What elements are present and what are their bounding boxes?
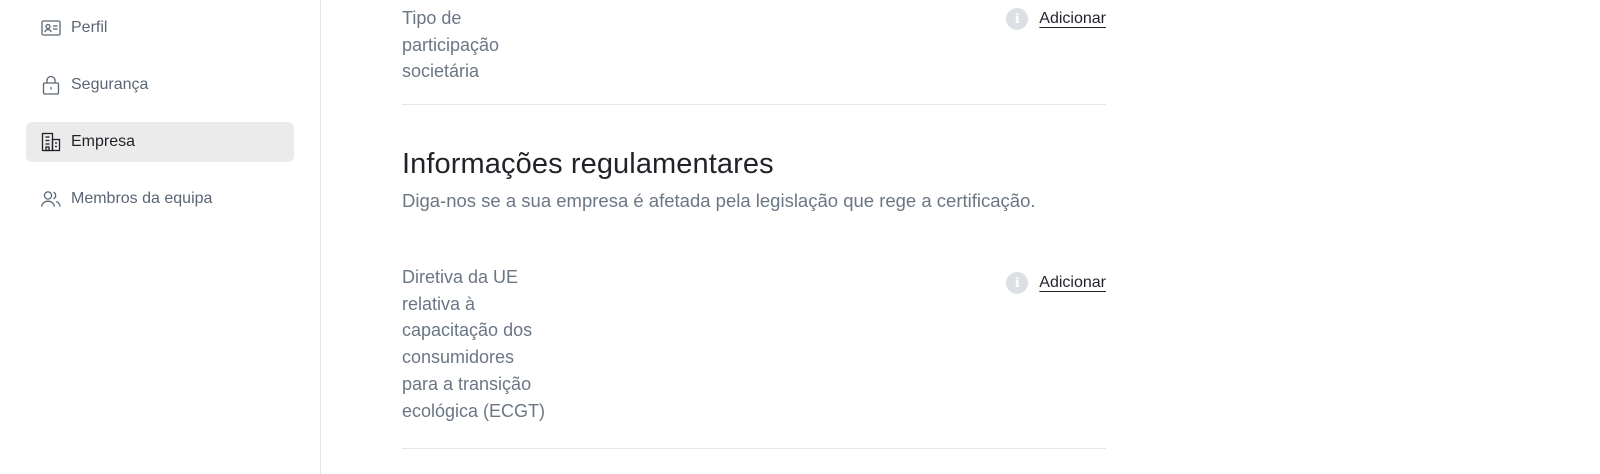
sidebar-item-label: Membros da equipa bbox=[71, 190, 213, 207]
field-label-line: relativa à bbox=[402, 293, 476, 314]
field-label-line: ecológica (ECGT) bbox=[402, 400, 546, 421]
sidebar-item-perfil[interactable]: Perfil bbox=[26, 8, 294, 48]
add-ecgt-directive-link[interactable]: Adicionar bbox=[1039, 274, 1106, 292]
info-icon[interactable]: i bbox=[1006, 272, 1029, 294]
field-label: Tipo de participação societária bbox=[402, 5, 562, 85]
field-label-line: participação bbox=[402, 34, 500, 55]
field-label: Diretiva da UE relativa à capacitação do… bbox=[402, 264, 562, 424]
sidebar-item-label: Empresa bbox=[71, 133, 136, 150]
team-members-icon bbox=[40, 188, 62, 210]
building-icon bbox=[40, 131, 62, 153]
profile-card-icon bbox=[40, 17, 62, 39]
sidebar-item-seguranca[interactable]: Segurança bbox=[26, 65, 294, 105]
field-label-line: consumidores bbox=[402, 347, 515, 368]
field-label-line: Diretiva da UE bbox=[402, 267, 519, 287]
field-action: i Adicionar bbox=[1006, 272, 1106, 294]
settings-page: Perfil Segurança Empresa Membros da equi… bbox=[0, 0, 1600, 474]
sidebar-item-label: Perfil bbox=[71, 19, 108, 36]
field-row-ecgt-directive: Diretiva da UE relativa à capacitação do… bbox=[402, 264, 1106, 449]
settings-sidebar: Perfil Segurança Empresa Membros da equi… bbox=[0, 0, 321, 474]
add-shareholding-type-link[interactable]: Adicionar bbox=[1039, 10, 1106, 28]
section-subtitle: Diga-nos se a sua empresa é afetada pela… bbox=[402, 190, 1036, 211]
info-icon[interactable]: i bbox=[1006, 8, 1029, 30]
sidebar-item-membros-da-equipa[interactable]: Membros da equipa bbox=[26, 179, 294, 219]
sidebar-item-label: Segurança bbox=[71, 76, 149, 93]
sidebar-item-empresa[interactable]: Empresa bbox=[26, 122, 294, 162]
lock-icon bbox=[40, 74, 62, 96]
field-label-line: societária bbox=[402, 61, 480, 82]
field-action: i Adicionar bbox=[1006, 8, 1106, 30]
field-label-line: para a transição bbox=[402, 373, 532, 394]
field-label-line: capacitação dos bbox=[402, 320, 533, 341]
section-title: Informações regulamentares bbox=[402, 148, 774, 180]
field-row-shareholding-type: Tipo de participação societária i Adicio… bbox=[402, 0, 1106, 105]
field-label-line: Tipo de bbox=[402, 8, 462, 28]
